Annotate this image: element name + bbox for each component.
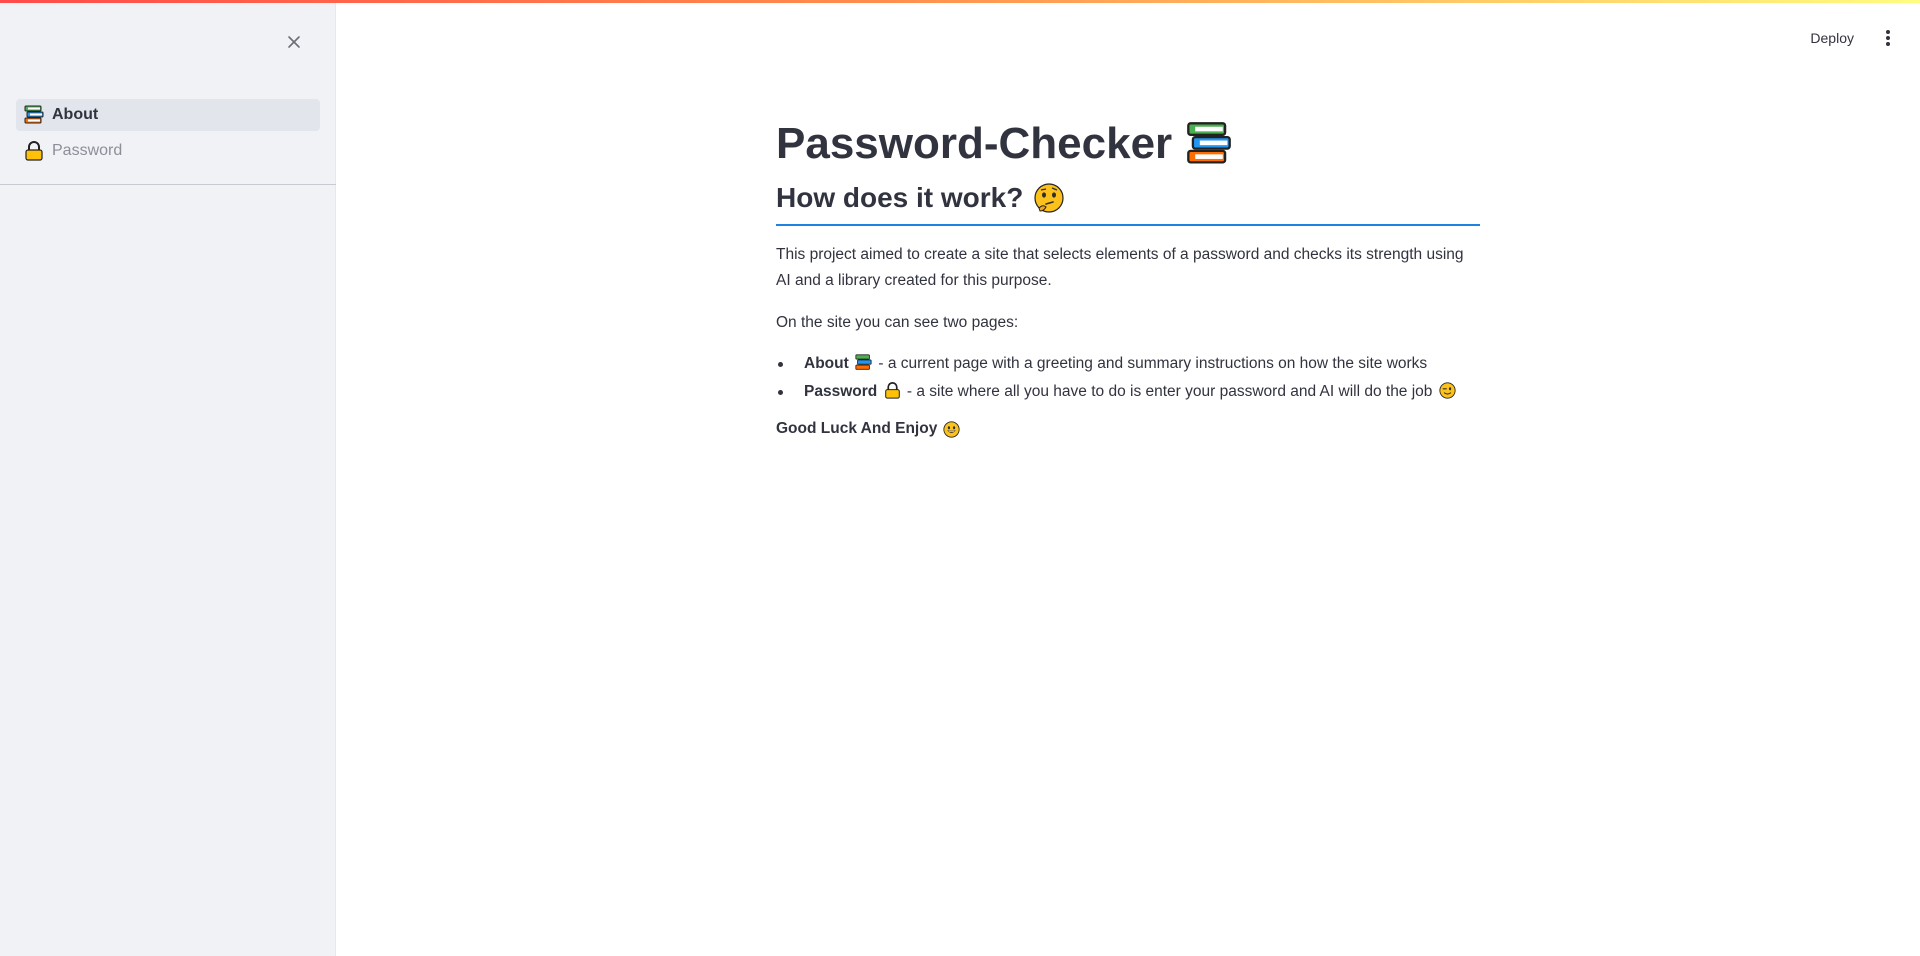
books-icon bbox=[855, 354, 872, 370]
winking-face-icon bbox=[1439, 382, 1456, 399]
closing-message: Good Luck And Enjoy bbox=[776, 420, 1480, 438]
sidebar-item-label: About bbox=[52, 106, 99, 123]
list-item-name: About bbox=[804, 355, 849, 372]
section-subheader: How does it work? bbox=[776, 182, 1480, 226]
grinning-face-icon bbox=[943, 420, 960, 438]
close-icon bbox=[288, 36, 300, 48]
sidebar: About Password bbox=[0, 0, 336, 956]
books-icon bbox=[24, 105, 44, 124]
list-item: Password - a site where all you have to … bbox=[778, 378, 1480, 406]
closing-text: Good Luck And Enjoy bbox=[776, 420, 938, 437]
top-decoration-bar bbox=[0, 0, 1920, 3]
subheader-text: How does it work? bbox=[776, 182, 1024, 213]
list-item-text: - a current page with a greeting and sum… bbox=[874, 355, 1428, 372]
books-icon bbox=[1187, 122, 1232, 164]
close-sidebar-button[interactable] bbox=[282, 30, 306, 54]
page-title-text: Password-Checker bbox=[776, 119, 1173, 168]
deploy-button[interactable]: Deploy bbox=[1800, 26, 1864, 50]
lock-icon bbox=[884, 382, 900, 399]
page-title: Password-Checker bbox=[776, 112, 1480, 176]
main-content: Password-Checker How does it work? This … bbox=[776, 112, 1480, 438]
pages-list: About - a current page with a greeting a… bbox=[776, 350, 1480, 406]
lock-icon bbox=[25, 141, 43, 161]
thinking-face-icon bbox=[1034, 183, 1064, 213]
main-menu-button[interactable] bbox=[1878, 28, 1898, 48]
pages-intro: On the site you can see two pages: bbox=[776, 314, 1019, 331]
header-toolbar: Deploy bbox=[1800, 26, 1898, 50]
list-item: About - a current page with a greeting a… bbox=[778, 350, 1480, 378]
sidebar-item-label: Password bbox=[52, 142, 123, 159]
intro-paragraph: This project aimed to create a site that… bbox=[776, 246, 1464, 289]
sidebar-item-password[interactable]: Password bbox=[16, 135, 320, 167]
kebab-menu-icon bbox=[1886, 30, 1890, 46]
sidebar-item-about[interactable]: About bbox=[16, 99, 320, 131]
list-item-name: Password bbox=[804, 383, 878, 400]
sidebar-divider bbox=[0, 184, 336, 185]
sidebar-nav: About Password bbox=[16, 99, 320, 171]
list-item-text: - a site where all you have to do is ent… bbox=[902, 383, 1433, 400]
